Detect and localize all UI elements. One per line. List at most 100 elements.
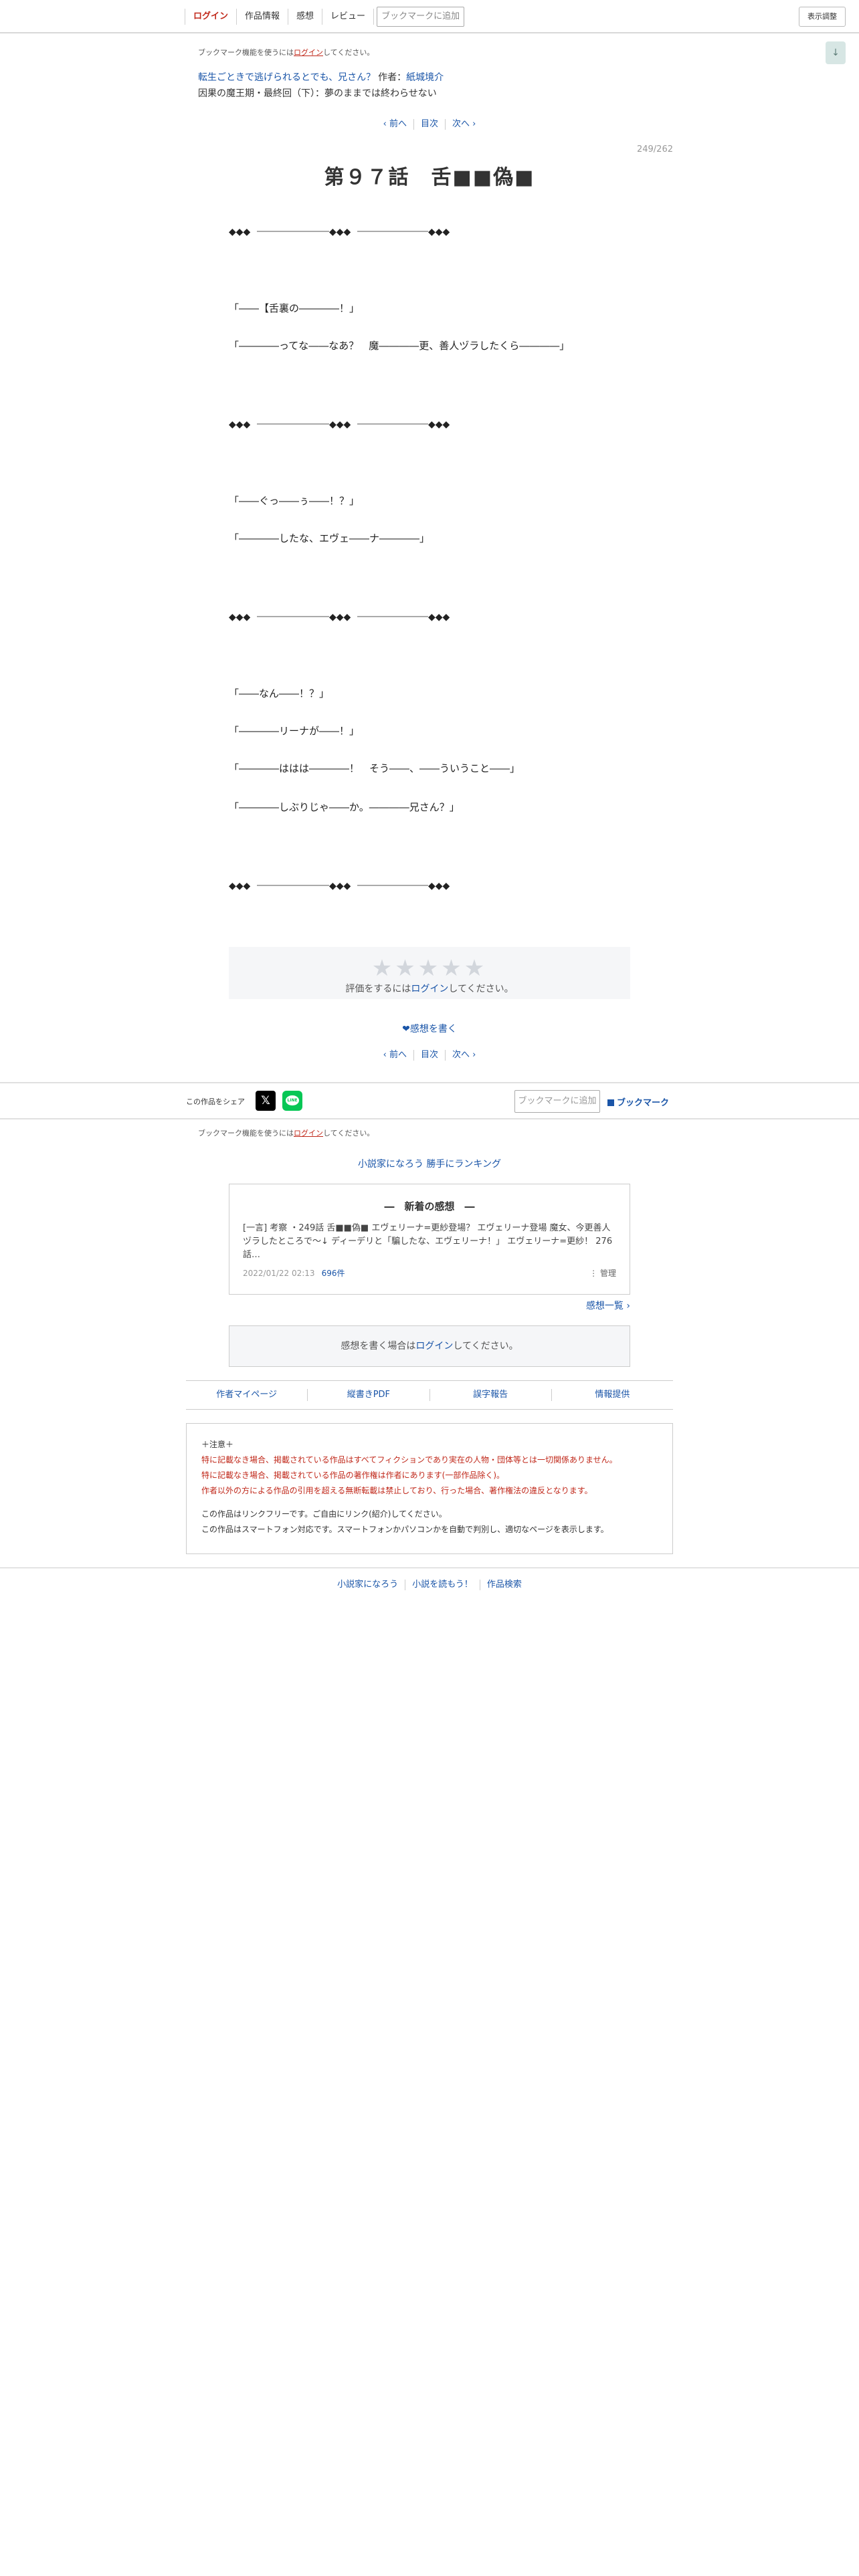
pager-top: ‹ 前へ 目次 次へ ›: [0, 119, 859, 130]
review-login-box: 感想を書く場合はログインしてください。: [229, 1325, 630, 1367]
rating-msg-post: してください。: [448, 984, 514, 994]
notice-line: この作品はリンクフリーです。ご自由にリンク(紹介)してください。: [201, 1509, 447, 1519]
divider-diamonds-mid: ◆◆◆: [329, 612, 351, 622]
work-heading: 転生ごときで逃げられるとでも、兄さん？ 作者：紙城境介 因果の魔王期・最終回（下）…: [186, 70, 673, 102]
bookmark-notice-login-link[interactable]: ログイン: [294, 48, 323, 57]
x-share-icon[interactable]: 𝕏: [256, 1091, 276, 1111]
bookmark-notice-text: ブックマーク機能を使うには: [198, 1129, 294, 1138]
author-label: 作者：: [378, 72, 407, 83]
episode-title: 第９７話 舌■■偽■: [324, 166, 535, 189]
recent-review-meta: 2022/01/22 02:13 696件: [243, 1267, 345, 1279]
divider-diamonds-right: ◆◆◆: [428, 227, 450, 237]
body-line: 「――ぐっ――ぅ――！？」: [229, 495, 360, 507]
divider-diamonds-mid: ◆◆◆: [329, 419, 351, 429]
divider-diamonds-left: ◆◆◆: [229, 612, 251, 622]
display-settings-button[interactable]: 表示調整: [799, 7, 846, 27]
author-link[interactable]: 紙城境介: [406, 72, 444, 83]
bookmark-notice-text: ブックマーク機能を使うには: [198, 48, 294, 57]
rating-msg-pre: 評価をするには: [345, 984, 411, 994]
vertical-pdf-link[interactable]: 縦書きPDF: [308, 1389, 430, 1401]
notice-line: 特に記載なき場合、掲載されている作品はすべてフィクションであり実在の人物・団体等…: [201, 1455, 617, 1465]
next-link-top[interactable]: 次へ ›: [446, 119, 482, 130]
divider-diamonds-left: ◆◆◆: [229, 227, 251, 237]
divider-diamonds-right: ◆◆◆: [428, 881, 450, 891]
review-login-post: してください。: [453, 1341, 518, 1352]
bookmark-notice-top: ブックマーク機能を使うにはログインしてください。: [186, 47, 673, 58]
scene-divider: ◆◆◆ ◆◆◆ ◆◆◆: [229, 227, 450, 237]
chapter-subtitle: 因果の魔王期・最終回（下）：夢のままでは終わらせない: [198, 88, 437, 99]
header-nav: ログイン 作品情報 感想 レビュー ブックマークに追加: [185, 4, 465, 29]
rating-login-link[interactable]: ログイン: [411, 984, 448, 994]
recent-review-heading: ― 新着の感想 ―: [384, 1200, 475, 1212]
site-header: ログイン 作品情報 感想 レビュー ブックマークに追加 表示調整: [0, 0, 859, 33]
notice-box: ＋注意＋ 特に記載なき場合、掲載されている作品はすべてフィクションであり実在の人…: [186, 1423, 673, 1554]
bookmark-notice-bottom: ブックマーク機能を使うにはログインしてください。: [186, 1128, 673, 1138]
line-share-icon[interactable]: LINE: [282, 1091, 302, 1111]
divider-diamonds-left: ◆◆◆: [229, 419, 251, 429]
rating-panel: ★★★★★ 評価をするにはログインしてください。: [229, 947, 630, 999]
notice-heading: ＋注意＋: [201, 1440, 234, 1449]
body-line: 「――――したな、エヴェ――ナ――――」: [229, 532, 430, 544]
body-line: 「――なん――！？」: [229, 687, 330, 700]
review-login-pre: 感想を書く場合は: [341, 1341, 416, 1352]
recent-review-count[interactable]: 696件: [322, 1269, 345, 1278]
prev-link-top[interactable]: ‹ 前へ: [377, 119, 414, 130]
author-mypage-link[interactable]: 作者マイページ: [186, 1389, 308, 1401]
add-bookmark-button-top[interactable]: ブックマークに追加: [377, 7, 465, 27]
bookmark-notice-text-end: してください。: [323, 48, 375, 57]
bookmark-link[interactable]: ブックマーク: [607, 1095, 669, 1108]
write-review-link[interactable]: ❤感想を書く: [0, 1022, 859, 1035]
typo-report-link[interactable]: 誤字報告: [430, 1389, 552, 1401]
body-line: 「――【舌裏の――――！」: [229, 302, 360, 314]
rating-login-message: 評価をするにはログインしてください。: [229, 982, 630, 995]
notice-line: 特に記載なき場合、掲載されている作品の著作権は作者にあります(一部作品除く)。: [201, 1471, 505, 1480]
recent-review-date: 2022/01/22 02:13: [243, 1269, 315, 1278]
body-line: 「――――ははは――――！ そう――、――ういうこと――」: [229, 762, 520, 774]
divider-diamonds-right: ◆◆◆: [428, 612, 450, 622]
add-bookmark-button-bottom[interactable]: ブックマークに追加: [514, 1090, 600, 1113]
bookmark-link-label: ブックマーク: [617, 1098, 670, 1108]
recent-review-text[interactable]: [一言] 考察 ・249話 舌■■偽■ エヴェリーナ=更紗登場？ エヴェリーナ登…: [243, 1222, 617, 1262]
review-login-link[interactable]: ログイン: [415, 1341, 453, 1352]
toc-link-bottom[interactable]: 目次: [414, 1050, 446, 1061]
footer-link-yomou[interactable]: 小説を読もう！: [405, 1579, 480, 1590]
notice-line: この作品はスマートフォン対応です。スマートフォンかパソコンかを自動で判別し、適切…: [201, 1525, 609, 1534]
toc-link-top[interactable]: 目次: [414, 119, 446, 130]
work-title-link[interactable]: 転生ごときで逃げられるとでも、兄さん？: [198, 72, 375, 83]
body-line: 「――――リーナが――！」: [229, 725, 360, 737]
body-line: 「――――ってな――なあ？ 魔――――更、善人ヅラしたくら――――」: [229, 340, 570, 352]
scene-divider: ◆◆◆ ◆◆◆ ◆◆◆: [229, 419, 450, 429]
scroll-down-button[interactable]: ↓: [826, 41, 846, 64]
scene-divider: ◆◆◆ ◆◆◆ ◆◆◆: [229, 612, 450, 622]
next-link-bottom[interactable]: 次へ ›: [446, 1050, 482, 1061]
notice-line: 作者以外の方による作品の引用を超える無断転載は禁止しており、行った場合、著作権法…: [201, 1486, 593, 1495]
scene-divider: ◆◆◆ ◆◆◆ ◆◆◆: [229, 881, 450, 891]
body-line: 「――――しぶりじゃ――か。――――兄さん？」: [229, 801, 460, 813]
share-label: この作品をシェア: [186, 1097, 245, 1106]
bookmark-square-icon: [607, 1099, 614, 1106]
rating-stars-icon[interactable]: ★★★★★: [229, 955, 630, 982]
nav-work-info[interactable]: 作品情報: [237, 9, 289, 25]
nav-impressions[interactable]: 感想: [288, 9, 323, 25]
all-reviews-link[interactable]: 感想一覧 ›: [563, 1299, 630, 1312]
divider-diamonds-mid: ◆◆◆: [329, 227, 351, 237]
line-logo: LINE: [286, 1095, 299, 1105]
ranking-link[interactable]: 小説家になろう 勝手にランキング: [0, 1157, 859, 1170]
info-provide-link[interactable]: 情報提供: [552, 1389, 673, 1401]
bookmark-notice-text-end: してください。: [323, 1129, 375, 1138]
bookmark-notice-login-link[interactable]: ログイン: [294, 1129, 323, 1138]
divider-diamonds-left: ◆◆◆: [229, 881, 251, 891]
site-footer: 小説家になろう 小説を読もう！ 作品検索: [0, 1568, 859, 1601]
tool-links: 作者マイページ 縦書きPDF 誤字報告 情報提供: [186, 1380, 673, 1410]
page-count: 249/262: [636, 144, 673, 154]
admin-menu-button[interactable]: ⋮ 管理: [589, 1267, 616, 1279]
nav-reviews[interactable]: レビュー: [322, 9, 375, 25]
divider-diamonds-mid: ◆◆◆: [329, 881, 351, 891]
divider-diamonds-right: ◆◆◆: [428, 419, 450, 429]
footer-link-narou[interactable]: 小説家になろう: [330, 1579, 406, 1590]
pager-bottom: ‹ 前へ 目次 次へ ›: [0, 1050, 859, 1061]
footer-link-search[interactable]: 作品検索: [480, 1580, 529, 1590]
recent-review-box: ― 新着の感想 ― [一言] 考察 ・249話 舌■■偽■ エヴェリーナ=更紗登…: [229, 1184, 630, 1295]
prev-link-bottom[interactable]: ‹ 前へ: [377, 1050, 414, 1061]
login-link[interactable]: ログイン: [185, 9, 237, 25]
